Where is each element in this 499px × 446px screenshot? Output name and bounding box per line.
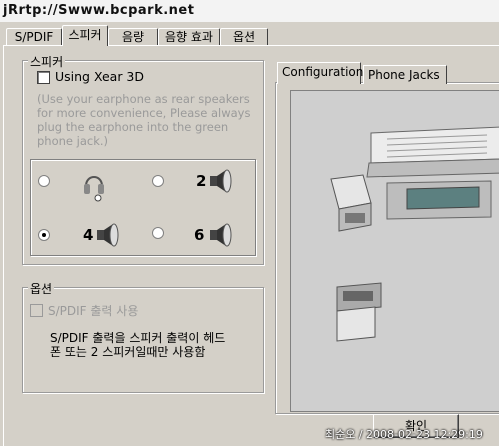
tab-volume[interactable]: 음량	[108, 28, 158, 45]
tab-phone-jacks[interactable]: Phone Jacks	[363, 65, 447, 84]
capture-stamp: 최순오 / 2008-02-23 12:29:19	[325, 428, 483, 441]
xear-note: (Use your earphone as rear speakers for …	[37, 92, 251, 148]
option-group-legend: 옵션	[28, 280, 55, 297]
main-tab-strip: S/PDIF 스피커 음량 음향 효과 옵션	[0, 25, 499, 46]
tab-configuration[interactable]: Configuration	[277, 62, 363, 84]
tab-speaker[interactable]: 스피커	[62, 25, 108, 46]
radio-4-speaker[interactable]	[38, 229, 50, 241]
speaker-count-2: 2	[196, 172, 207, 190]
xear-3d-checkbox[interactable]	[37, 71, 50, 84]
radio-2-speaker[interactable]	[152, 175, 164, 187]
headphone-icon	[84, 176, 104, 202]
speaker-icon	[97, 223, 119, 247]
title-bar: jRrtp://Swww.bcpark.net	[0, 0, 499, 22]
speaker-group-legend: 스피커	[28, 53, 66, 70]
option-description: S/PDIF 출력을 스피커 출력이 헤드 폰 또는 2 스피커일때만 사용함	[50, 331, 226, 359]
speaker-visualization	[290, 90, 499, 412]
speaker-icon	[210, 169, 232, 193]
speaker-icon	[210, 223, 232, 247]
tab-options[interactable]: 옵션	[220, 28, 268, 45]
tab-spdif[interactable]: S/PDIF	[6, 28, 62, 45]
radio-headphone[interactable]	[38, 175, 50, 187]
radio-6-speaker[interactable]	[152, 227, 164, 239]
speaker-count-4: 4	[83, 226, 94, 244]
monitor-icon	[330, 126, 499, 342]
watermark-text: jRrtp://Swww.bcpark.net	[3, 3, 195, 18]
speaker-count-6: 6	[194, 226, 205, 244]
xear-3d-label: Using Xear 3D	[55, 69, 145, 84]
tab-sound-effect[interactable]: 음향 효과	[158, 28, 220, 45]
spdif-output-label: S/PDIF 출력 사용	[48, 304, 139, 318]
spdif-output-checkbox[interactable]	[30, 304, 43, 317]
